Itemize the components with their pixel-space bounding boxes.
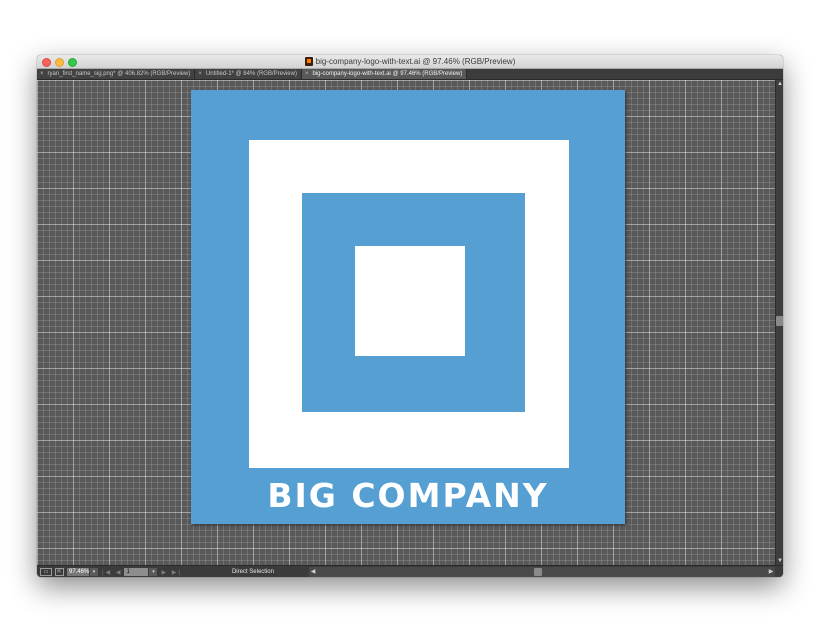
logo-text[interactable]: BIG COMPANY	[191, 476, 625, 516]
current-tool-status[interactable]: Direct Selection	[232, 569, 314, 575]
tab-label: big-company-logo-with-text.ai @ 97.46% (…	[312, 71, 463, 77]
share-icon[interactable]: ⇱	[55, 568, 64, 576]
tab-label: Untitled-1* @ 84% (RGB/Preview)	[205, 71, 297, 77]
zoom-level-field[interactable]: 97.46%	[67, 568, 89, 576]
tab-label: ryan_first_name_sig.png* @ 406.82% (RGB/…	[47, 71, 191, 77]
artboard-dropdown-icon[interactable]: ▾	[149, 568, 158, 576]
scroll-right-icon[interactable]: ▶	[767, 567, 775, 577]
scroll-down-icon[interactable]: ▼	[776, 557, 783, 565]
horizontal-scroll-thumb[interactable]	[534, 568, 542, 576]
artboard-next-icons[interactable]: ▶ ▶|	[161, 569, 181, 576]
vertical-scroll-thumb[interactable]	[776, 316, 783, 326]
close-tab-icon[interactable]: ×	[198, 71, 202, 77]
horizontal-scrollbar[interactable]: ◀ ▶	[309, 567, 775, 577]
document-canvas[interactable]: BIG COMPANY	[37, 80, 775, 565]
window-title-group: big-company-logo-with-text.ai @ 97.46% (…	[37, 55, 783, 68]
artboard[interactable]: BIG COMPANY	[191, 90, 625, 524]
title-bar[interactable]: big-company-logo-with-text.ai @ 97.46% (…	[37, 55, 783, 69]
document-icon	[304, 57, 313, 66]
tab-untitled-1[interactable]: × Untitled-1* @ 84% (RGB/Preview)	[195, 69, 302, 79]
logo-inner-square[interactable]	[355, 246, 465, 356]
close-tab-icon[interactable]: ×	[40, 71, 44, 77]
zoom-dropdown-icon[interactable]: ▾	[90, 568, 98, 576]
artboard-icon[interactable]: ▭	[40, 568, 52, 576]
close-tab-icon[interactable]: ×	[305, 71, 309, 77]
tab-big-company-logo[interactable]: × big-company-logo-with-text.ai @ 97.46%…	[301, 69, 468, 79]
artboard-number-field[interactable]: 1	[124, 568, 149, 576]
window-title: big-company-logo-with-text.ai @ 97.46% (…	[315, 57, 516, 66]
document-tab-bar: × ryan_first_name_sig.png* @ 406.82% (RG…	[37, 69, 783, 80]
scroll-up-icon[interactable]: ▲	[776, 80, 783, 88]
scroll-left-icon[interactable]: ◀	[309, 567, 317, 577]
illustrator-window: big-company-logo-with-text.ai @ 97.46% (…	[37, 55, 783, 577]
artboard-prev-icons[interactable]: |◀ ◀	[102, 569, 122, 576]
vertical-scrollbar[interactable]: ▲ ▼	[775, 80, 783, 565]
tab-ryan-sig[interactable]: × ryan_first_name_sig.png* @ 406.82% (RG…	[37, 69, 196, 79]
status-bar: ▭ ⇱ 97.46% ▾ |◀ ◀ 1 ▾ ▶ ▶| Direct Select…	[37, 565, 783, 577]
